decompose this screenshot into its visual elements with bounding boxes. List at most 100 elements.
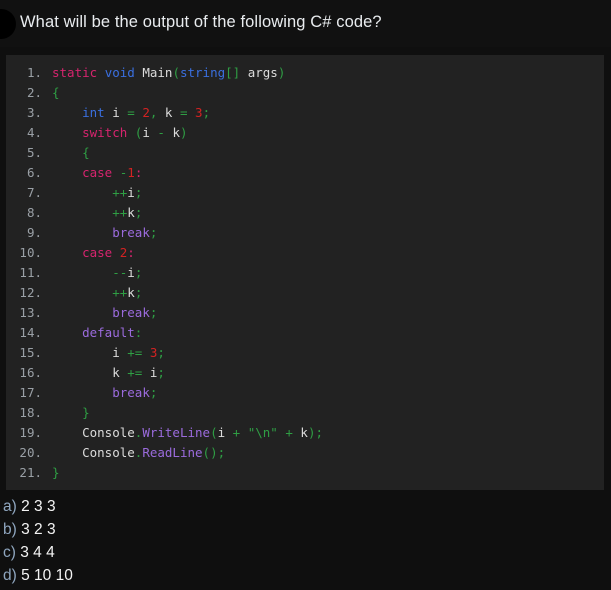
avatar-circle-icon [0,9,16,39]
code-token: ++ [112,285,128,300]
code-line-text: case 2: [52,243,135,263]
code-token: - [157,125,165,140]
code-token: ++ [112,205,128,220]
code-token: int [82,105,105,120]
code-token: Main [142,65,173,80]
code-token: ++ [112,185,128,200]
code-line-text: Console.ReadLine(); [52,443,225,463]
code-token: : [127,245,135,260]
line-number: 11. [19,265,42,280]
line-number: 20. [19,445,42,460]
answer-option[interactable]: d) 5 10 10 [0,564,611,587]
line-number: 2. [26,85,42,100]
code-token: ; [157,365,165,380]
code-token: : [134,325,143,340]
code-line-text: { [52,83,60,103]
code-token: ; [217,445,226,460]
answer-option-value: 2 3 3 [21,498,56,515]
code-line: 10. case 2: [6,243,604,263]
code-line: 11. --i; [6,263,604,283]
code-line-text: } [52,463,60,483]
code-token: ; [134,205,143,220]
code-line-text: switch (i - k) [52,123,187,143]
code-token: k [112,365,128,380]
code-token: i [127,185,135,200]
code-line-text: Console.WriteLine(i + "\n" + k); [52,423,323,443]
code-token: default [82,325,135,340]
code-token: k [292,425,308,440]
code-line-text: --i; [52,263,142,283]
code-line: 18. } [6,403,604,423]
code-line: 7. ++i; [6,183,604,203]
answer-option-value: 3 4 4 [20,544,55,561]
code-line: 21.} [6,463,604,483]
code-token: break [112,385,150,400]
answer-option[interactable]: b) 3 2 3 [0,518,611,541]
code-token: += [127,345,143,360]
code-line: 5. { [6,143,604,163]
code-line-text: i += 3; [52,343,165,363]
code-line-text: default: [52,323,142,343]
code-line-text: ++k; [52,283,142,303]
code-token: -- [112,265,128,280]
line-number: 12. [19,285,42,300]
line-number: 19. [19,425,42,440]
code-token: = [179,105,188,120]
code-token: break [112,305,150,320]
code-token: ( [172,65,180,80]
code-line-text: ++k; [52,203,142,223]
line-number: 15. [19,345,42,360]
code-line-text: break; [52,383,157,403]
code-token: 2 [142,105,150,120]
code-token: 3 [195,105,203,120]
code-token: k [127,205,135,220]
answer-option-letter: d) [3,567,17,584]
answer-options-list: a) 2 3 3 b) 3 2 3 c) 3 4 4 d) 5 10 10 [0,495,611,587]
code-token: i [142,125,158,140]
code-token: i [112,345,128,360]
code-line: 4. switch (i - k) [6,123,604,143]
answer-option-letter: b) [3,521,17,538]
code-line-text: break; [52,303,157,323]
line-number: 13. [19,305,42,320]
code-line: 8. ++k; [6,203,604,223]
code-token: case [82,165,113,180]
code-token: void [104,65,135,80]
code-line: 12. ++k; [6,283,604,303]
answer-option[interactable]: c) 3 4 4 [0,541,611,564]
code-line-text: case -1: [52,163,142,183]
code-token: case [82,245,113,260]
code-token: ; [315,425,324,440]
answer-option[interactable]: a) 2 3 3 [0,495,611,518]
line-number: 3. [26,105,42,120]
code-line: 3. int i = 2, k = 3; [6,103,604,123]
code-token: WriteLine [142,425,211,440]
line-number: 5. [26,145,42,160]
line-number: 7. [26,185,42,200]
code-token: break [112,225,150,240]
code-token: static [52,65,98,80]
code-line: 16. k += i; [6,363,604,383]
code-token: Console [82,445,135,460]
answer-option-value: 5 10 10 [21,567,73,584]
line-number: 14. [19,325,42,340]
code-line-text: break; [52,223,157,243]
code-token: += [127,365,143,380]
code-token: i [104,105,128,120]
code-token: k [127,285,135,300]
answer-option-letter: c) [3,544,16,561]
code-token: i [142,365,158,380]
code-token: k [157,105,180,120]
code-line: 6. case -1: [6,163,604,183]
line-number: 8. [26,205,42,220]
code-line: 17. break; [6,383,604,403]
line-number: 10. [19,245,42,260]
line-number: 17. [19,385,42,400]
code-token: k [164,125,180,140]
code-token: = [127,105,135,120]
